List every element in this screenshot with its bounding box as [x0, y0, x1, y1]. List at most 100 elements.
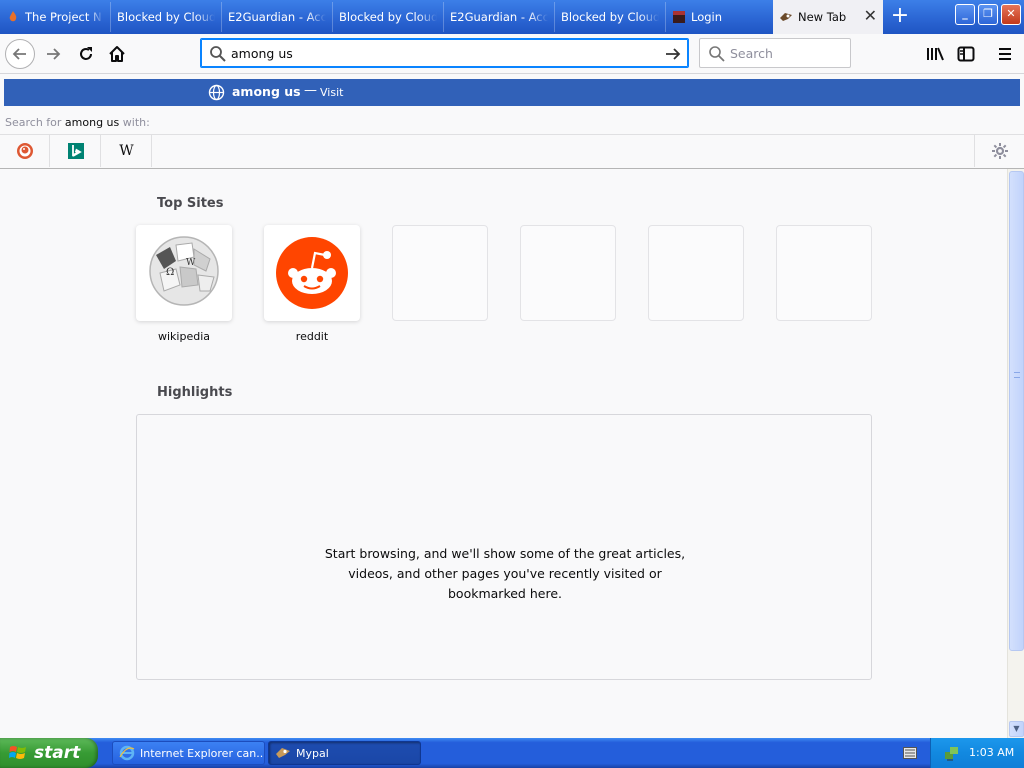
sidebar-button[interactable]: [951, 39, 981, 69]
taskbar-item[interactable]: Internet Explorer can...: [112, 741, 265, 765]
engine-duckduckgo[interactable]: [0, 135, 50, 167]
tab-label: Login: [691, 10, 723, 24]
go-arrow-icon[interactable]: [664, 45, 682, 63]
top-site-tile[interactable]: [264, 225, 360, 321]
search-with-label: Search for among us with:: [5, 116, 150, 129]
result-title: among us: [232, 84, 301, 99]
sidebar-icon: [957, 46, 975, 62]
taskbar-item-active[interactable]: Mypal: [268, 741, 421, 765]
minimize-button[interactable]: _: [955, 4, 975, 25]
highlights-empty-state: Start browsing, and we'll show some of t…: [136, 414, 872, 680]
network-icon[interactable]: [943, 744, 961, 762]
tab-label: Blocked by Cloudfl: [117, 10, 215, 24]
reddit-icon: [276, 237, 348, 309]
back-button[interactable]: [5, 39, 35, 69]
gear-icon: [991, 143, 1008, 159]
scroll-down-button[interactable]: ▼: [1009, 721, 1024, 737]
result-separator: —: [304, 83, 317, 98]
tab[interactable]: Blocked by Cloudfl: [555, 2, 666, 32]
highlights-title: Highlights: [157, 385, 233, 400]
grip-icon: [1014, 372, 1020, 378]
tab[interactable]: E2Guardian - Acce: [444, 2, 555, 32]
taskbar-item-label: Mypal: [296, 746, 329, 760]
taskbar-item-label: Internet Explorer can...: [140, 746, 265, 760]
highlights-empty-message: Start browsing, and we'll show some of t…: [324, 546, 686, 601]
svg-text:W: W: [186, 258, 196, 268]
taskbar: start Internet Explorer can... Mypal 1:0…: [0, 738, 1024, 768]
mypal-icon: [779, 10, 793, 24]
top-site-placeholder: [648, 225, 744, 321]
keyboard-icon[interactable]: [903, 747, 917, 762]
top-site-label: reddit: [295, 330, 329, 343]
tab-label: Blocked by Cloudfl: [339, 10, 437, 24]
tab[interactable]: E2Guardian - Acce: [222, 2, 333, 32]
navigation-toolbar: [0, 34, 1024, 74]
wikipedia-icon: Ω W: [149, 236, 219, 306]
tab-label: E2Guardian - Acce: [228, 10, 326, 24]
reload-button[interactable]: [71, 39, 101, 69]
search-icon: [709, 46, 725, 62]
home-button[interactable]: [102, 39, 132, 69]
tab[interactable]: Login: [666, 2, 777, 32]
clock: 1:03 AM: [969, 746, 1015, 759]
reload-icon: [80, 47, 92, 60]
minimize-icon: _: [962, 7, 968, 20]
chevron-down-icon: ▼: [1013, 724, 1020, 733]
window-close-button[interactable]: ✕: [1001, 4, 1021, 25]
arrow-right-icon: [47, 48, 61, 60]
windows-flag-icon: [9, 746, 26, 759]
tab[interactable]: Blocked by Cloudfl: [111, 2, 222, 32]
url-input[interactable]: [231, 43, 651, 63]
tab-label: The Project N: [25, 10, 102, 24]
tab[interactable]: The Project N: [0, 2, 111, 32]
search-bar[interactable]: [699, 38, 851, 68]
home-icon: [109, 46, 125, 62]
hamburger-icon: [999, 48, 1011, 60]
search-icon: [210, 46, 226, 62]
close-icon[interactable]: ✕: [864, 8, 877, 24]
search-query: among us: [64, 116, 120, 129]
plus-icon: +: [890, 3, 910, 28]
tab-active[interactable]: New Tab ✕: [773, 0, 883, 34]
arrow-left-icon: [12, 48, 26, 60]
top-site-placeholder: [392, 225, 488, 321]
urlbar-popup: among us — Visit Search for among us wit…: [0, 74, 1024, 169]
tab-label: Blocked by Cloudfl: [561, 10, 659, 24]
mypal-icon: [276, 748, 290, 758]
tab-strip: The Project N Blocked by Cloudfl E2Guard…: [0, 0, 1024, 34]
library-button[interactable]: [920, 39, 950, 69]
search-engines-bar: W: [0, 134, 1024, 167]
library-icon: [927, 47, 944, 61]
top-sites-title: Top Sites: [157, 196, 224, 211]
engine-wikipedia[interactable]: W: [102, 135, 152, 167]
page-icon: [672, 10, 686, 24]
start-label: start: [34, 743, 81, 763]
forward-button[interactable]: [38, 39, 68, 69]
vertical-scrollbar[interactable]: ▼: [1007, 169, 1024, 738]
top-site-placeholder: [520, 225, 616, 321]
result-action: Visit: [320, 86, 344, 99]
top-site-label: wikipedia: [157, 330, 210, 343]
search-input[interactable]: [730, 44, 840, 62]
url-bar[interactable]: [200, 38, 689, 68]
top-site-placeholder: [776, 225, 872, 321]
menu-button[interactable]: [990, 39, 1020, 69]
scrollbar-thumb[interactable]: [1009, 171, 1024, 651]
search-settings-button[interactable]: [974, 135, 1024, 167]
fire-icon: [6, 10, 20, 24]
restore-button[interactable]: ❐: [978, 4, 998, 25]
system-tray: 1:03 AM: [930, 738, 1024, 768]
tab[interactable]: Blocked by Cloudfl: [333, 2, 444, 32]
autocomplete-result[interactable]: among us — Visit: [4, 79, 1020, 106]
svg-text:Ω: Ω: [166, 267, 174, 278]
start-button[interactable]: start: [0, 738, 98, 768]
globe-icon: [208, 84, 225, 101]
tab-label: E2Guardian - Acce: [450, 10, 548, 24]
new-tab-button[interactable]: +: [888, 5, 912, 29]
restore-icon: ❐: [983, 7, 993, 20]
engine-bing[interactable]: [51, 135, 101, 167]
new-tab-page: Top Sites Ω W wikipedia reddit Highlight…: [0, 169, 1007, 738]
wikipedia-icon: W: [119, 143, 134, 159]
close-icon: ✕: [1006, 7, 1016, 20]
top-site-tile[interactable]: Ω W: [136, 225, 232, 321]
